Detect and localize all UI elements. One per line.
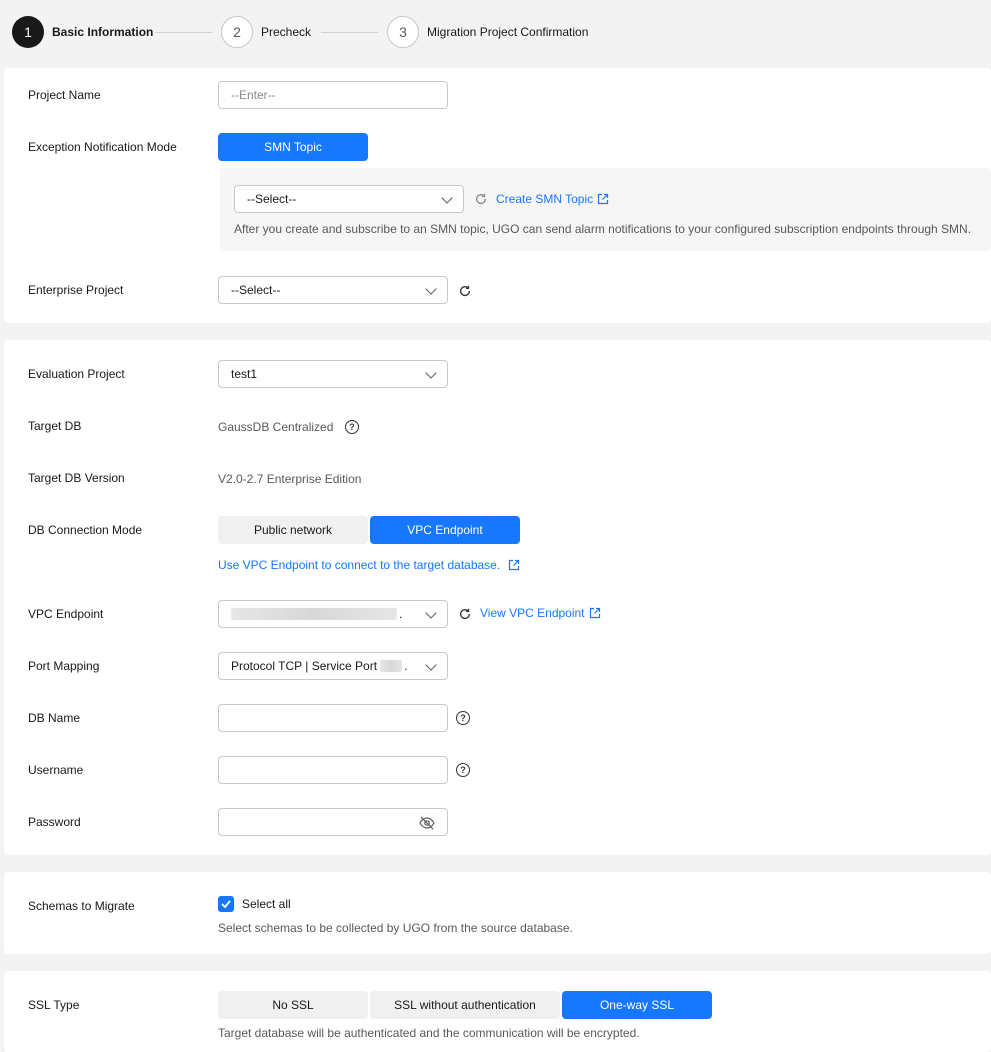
redacted-value xyxy=(231,608,397,620)
check-icon xyxy=(221,900,231,908)
project-name-placeholder: --Enter-- xyxy=(231,88,276,102)
enterprise-select-value: --Select-- xyxy=(231,283,281,297)
schemas-hint-text: Select schemas to be collected by UGO fr… xyxy=(218,921,573,935)
schemas-label: Schemas to Migrate xyxy=(28,899,135,913)
eye-hidden-icon[interactable] xyxy=(419,816,435,830)
redacted-value xyxy=(380,660,403,672)
vpc-endpoint-help-link[interactable]: Use VPC Endpoint to connect to the targe… xyxy=(218,558,520,572)
stepper: 1 Basic Information 2 Precheck 3 Migrati… xyxy=(0,0,991,66)
ssl-hint-text: Target database will be authenticated an… xyxy=(218,1026,640,1040)
smn-select-value: --Select-- xyxy=(247,192,297,206)
no-ssl-button[interactable]: No SSL xyxy=(218,991,368,1019)
chevron-down-icon xyxy=(425,367,437,379)
evaluation-project-label: Evaluation Project xyxy=(28,367,125,381)
select-all-label[interactable]: Select all xyxy=(242,897,291,911)
step-3-circle: 3 xyxy=(387,16,419,48)
step-2-circle: 2 xyxy=(221,16,253,48)
step-connector xyxy=(321,32,378,33)
vpc-endpoint-value-suffix: . xyxy=(399,607,403,621)
port-mapping-select[interactable]: Protocol TCP | Service Port . xyxy=(218,652,448,680)
project-name-label: Project Name xyxy=(28,88,101,102)
chevron-down-icon xyxy=(441,192,453,204)
vpc-endpoint-label: VPC Endpoint xyxy=(28,607,104,621)
project-name-input[interactable]: --Enter-- xyxy=(218,81,448,109)
create-smn-topic-text: Create SMN Topic xyxy=(496,192,594,206)
enterprise-project-label: Enterprise Project xyxy=(28,283,124,297)
help-icon[interactable]: ? xyxy=(456,763,470,777)
db-name-label: DB Name xyxy=(28,711,81,725)
db-connection-mode-label: DB Connection Mode xyxy=(28,523,143,537)
username-label: Username xyxy=(28,763,84,777)
target-db-version-value: V2.0-2.7 Enterprise Edition xyxy=(218,472,362,486)
ssl-without-auth-button[interactable]: SSL without authentication xyxy=(370,991,560,1019)
view-vpc-endpoint-text: View VPC Endpoint xyxy=(480,606,585,620)
external-link-icon xyxy=(598,193,609,205)
db-name-input[interactable] xyxy=(218,704,448,732)
chevron-down-icon xyxy=(425,283,437,295)
port-mapping-value: Protocol TCP | Service Port xyxy=(231,659,378,673)
step-connector xyxy=(155,32,212,33)
target-db-version-label: Target DB Version xyxy=(28,471,125,485)
smn-topic-select[interactable]: --Select-- xyxy=(234,185,464,213)
select-all-checkbox[interactable] xyxy=(218,896,234,912)
refresh-icon[interactable] xyxy=(458,607,472,621)
chevron-down-icon xyxy=(425,607,437,619)
smn-settings-box: --Select-- Create SMN Topic After you cr… xyxy=(220,168,991,251)
ssl-card: SSL Type No SSL SSL without authenticati… xyxy=(4,971,991,1052)
enterprise-project-select[interactable]: --Select-- xyxy=(218,276,448,304)
one-way-ssl-button[interactable]: One-way SSL xyxy=(562,991,712,1019)
chevron-down-icon xyxy=(425,659,437,671)
step-1-circle: 1 xyxy=(12,16,44,48)
step-3-label: Migration Project Confirmation xyxy=(427,25,589,39)
ssl-type-label: SSL Type xyxy=(28,998,80,1012)
help-icon[interactable]: ? xyxy=(345,420,359,434)
external-link-icon xyxy=(589,607,600,619)
evaluation-project-select[interactable]: test1 xyxy=(218,360,448,388)
vpc-endpoint-help-text: Use VPC Endpoint to connect to the targe… xyxy=(218,558,501,572)
target-db-value: GaussDB Centralized xyxy=(218,420,334,434)
target-db-label: Target DB xyxy=(28,419,82,433)
create-smn-topic-link[interactable]: Create SMN Topic xyxy=(496,192,609,206)
password-input[interactable] xyxy=(218,808,448,836)
smn-topic-button[interactable]: SMN Topic xyxy=(218,133,368,161)
port-mapping-label: Port Mapping xyxy=(28,659,100,673)
view-vpc-endpoint-link[interactable]: View VPC Endpoint xyxy=(480,606,601,620)
public-network-button[interactable]: Public network xyxy=(218,516,368,544)
exception-notification-label: Exception Notification Mode xyxy=(28,140,177,154)
refresh-icon[interactable] xyxy=(458,284,472,298)
step-2-label: Precheck xyxy=(261,25,312,39)
basic-info-card: Project Name --Enter-- Exception Notific… xyxy=(4,68,991,323)
target-db-card: Evaluation Project test1 Target DB Gauss… xyxy=(4,340,991,855)
password-label: Password xyxy=(28,815,81,829)
port-mapping-value-suffix: . xyxy=(404,659,408,673)
step-1-label: Basic Information xyxy=(52,25,154,39)
username-input[interactable] xyxy=(218,756,448,784)
vpc-endpoint-button[interactable]: VPC Endpoint xyxy=(370,516,520,544)
help-icon[interactable]: ? xyxy=(456,711,470,725)
external-link-icon xyxy=(509,559,520,571)
evaluation-project-value: test1 xyxy=(231,367,258,381)
schemas-card: Schemas to Migrate Select all Select sch… xyxy=(4,872,991,954)
smn-hint-text: After you create and subscribe to an SMN… xyxy=(234,222,972,236)
vpc-endpoint-select[interactable]: . xyxy=(218,600,448,628)
refresh-icon[interactable] xyxy=(474,192,488,206)
